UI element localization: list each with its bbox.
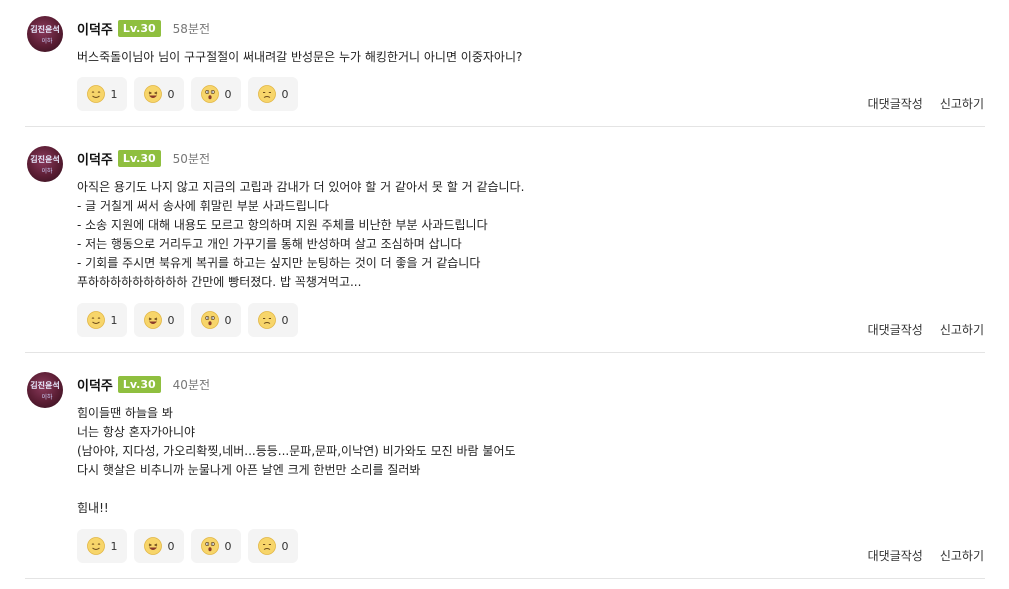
level-badge: Lv.30 — [117, 19, 161, 37]
avatar-image: 김진윤석 이하 — [30, 24, 59, 45]
comment-line: (남아야, 지다성, 가오리확찢,네버...등등...문파,문파,이낙연) 비가… — [77, 444, 516, 458]
reaction-count: 0 — [167, 87, 175, 101]
reaction-count: 1 — [110, 313, 118, 327]
avatar-text: 이하 — [41, 167, 53, 175]
avatar-text: 이하 — [41, 393, 53, 401]
timestamp: 50분전 — [172, 151, 211, 166]
reaction-count: 0 — [224, 87, 232, 101]
avatar[interactable]: 김진윤석 이하 — [27, 372, 63, 408]
level-badge: Lv.30 — [117, 149, 161, 167]
comment-line — [77, 480, 937, 499]
reaction-count: 0 — [281, 87, 289, 101]
comment-meta: 이덕주 Lv.30 50분전 — [77, 148, 210, 168]
comment-meta: 이덕주 Lv.30 58분전 — [77, 18, 210, 38]
reaction-count: 0 — [167, 313, 175, 327]
reaction-bar: 1 0 0 0 — [77, 303, 305, 337]
comment-actions: 대댓글작성 신고하기 — [868, 321, 984, 338]
laugh-emoji-icon — [143, 311, 162, 329]
reaction-smile-button[interactable]: 1 — [77, 529, 127, 563]
comment-line: - 저는 행동으로 거리두고 개인 가꾸기를 통해 반성하며 살고 조심하며 삽… — [77, 237, 462, 251]
comment-line: 푸하하하하하하하하하 간만에 빵터졌다. 밥 꼭챙겨먹고... — [77, 275, 362, 289]
smile-emoji-icon — [86, 311, 105, 329]
laugh-emoji-icon — [143, 85, 162, 103]
reaction-sad-button[interactable]: 0 — [248, 303, 298, 337]
comment-line: - 기회를 주시면 북유게 복귀를 하고는 싶지만 눈팅하는 것이 더 좋을 거… — [77, 256, 481, 270]
comment-line: - 글 거칠게 써서 송사에 휘말린 부분 사과드립니다 — [77, 199, 329, 213]
reaction-laugh-button[interactable]: 0 — [134, 77, 184, 111]
reaction-count: 1 — [110, 539, 118, 553]
timestamp: 40분전 — [172, 377, 211, 392]
smile-emoji-icon — [86, 85, 105, 103]
reaction-sad-button[interactable]: 0 — [248, 77, 298, 111]
reaction-count: 1 — [110, 87, 118, 101]
comment-line: - 소송 지원에 대해 내용도 모르고 항의하며 지원 주체를 비난한 부분 사… — [77, 218, 488, 232]
reaction-laugh-button[interactable]: 0 — [134, 303, 184, 337]
author-name[interactable]: 이덕주 — [77, 149, 113, 168]
reaction-sad-button[interactable]: 0 — [248, 529, 298, 563]
comment-body: 버스죽돌이님아 님이 구구절절이 써내려갈 반성문은 누가 해킹한거니 아니면 … — [77, 48, 937, 67]
report-button[interactable]: 신고하기 — [940, 95, 984, 112]
reaction-count: 0 — [224, 313, 232, 327]
reaction-smile-button[interactable]: 1 — [77, 77, 127, 111]
surprised-emoji-icon — [200, 85, 219, 103]
comment-actions: 대댓글작성 신고하기 — [868, 95, 984, 112]
level-badge: Lv.30 — [117, 375, 161, 393]
comment-line: 다시 햇살은 비추니까 눈물나게 아픈 날엔 크게 한번만 소리를 질러봐 — [77, 463, 421, 477]
comment-line: 버스죽돌이님아 님이 구구절절이 써내려갈 반성문은 누가 해킹한거니 아니면 … — [77, 50, 523, 64]
comment-actions: 대댓글작성 신고하기 — [868, 547, 984, 564]
avatar-text: 김진윤석 — [30, 24, 59, 34]
comment-divider — [25, 352, 985, 353]
laugh-emoji-icon — [143, 537, 162, 555]
reaction-surprised-button[interactable]: 0 — [191, 303, 241, 337]
avatar-text: 이하 — [41, 37, 53, 45]
comment-line: 아직은 용기도 나지 않고 지금의 고립과 감내가 더 있어야 할 거 같아서 … — [77, 180, 525, 194]
avatar-text: 김진윤석 — [30, 380, 59, 390]
reaction-count: 0 — [281, 313, 289, 327]
timestamp: 58분전 — [172, 21, 211, 36]
sad-emoji-icon — [257, 311, 276, 329]
sad-emoji-icon — [257, 537, 276, 555]
author-name[interactable]: 이덕주 — [77, 375, 113, 394]
reply-button[interactable]: 대댓글작성 — [868, 95, 923, 112]
reaction-surprised-button[interactable]: 0 — [191, 77, 241, 111]
reply-button[interactable]: 대댓글작성 — [868, 547, 923, 564]
reaction-count: 0 — [224, 539, 232, 553]
smile-emoji-icon — [86, 537, 105, 555]
sad-emoji-icon — [257, 85, 276, 103]
report-button[interactable]: 신고하기 — [940, 547, 984, 564]
comment-body: 아직은 용기도 나지 않고 지금의 고립과 감내가 더 있어야 할 거 같아서 … — [77, 178, 937, 292]
comment-divider — [25, 126, 985, 127]
comment-line: 힘내!! — [77, 501, 109, 515]
avatar-image: 김진윤석 이하 — [30, 380, 59, 401]
reaction-count: 0 — [281, 539, 289, 553]
author-name[interactable]: 이덕주 — [77, 19, 113, 38]
reply-button[interactable]: 대댓글작성 — [868, 321, 923, 338]
comment-divider — [25, 578, 985, 579]
comment-line: 힘이들땐 하늘을 봐 — [77, 406, 173, 420]
report-button[interactable]: 신고하기 — [940, 321, 984, 338]
avatar[interactable]: 김진윤석 이하 — [27, 146, 63, 182]
reaction-bar: 1 0 0 0 — [77, 77, 305, 111]
comment-body: 힘이들땐 하늘을 봐 너는 항상 혼자가아니야 (남아야, 지다성, 가오리확찢… — [77, 404, 937, 518]
reaction-smile-button[interactable]: 1 — [77, 303, 127, 337]
avatar-text: 김진윤석 — [30, 154, 59, 164]
reaction-bar: 1 0 0 0 — [77, 529, 305, 563]
avatar[interactable]: 김진윤석 이하 — [27, 16, 63, 52]
avatar-image: 김진윤석 이하 — [30, 154, 59, 175]
reaction-laugh-button[interactable]: 0 — [134, 529, 184, 563]
surprised-emoji-icon — [200, 311, 219, 329]
comment-meta: 이덕주 Lv.30 40분전 — [77, 374, 210, 394]
comment-line: 너는 항상 혼자가아니야 — [77, 425, 196, 439]
surprised-emoji-icon — [200, 537, 219, 555]
reaction-count: 0 — [167, 539, 175, 553]
reaction-surprised-button[interactable]: 0 — [191, 529, 241, 563]
